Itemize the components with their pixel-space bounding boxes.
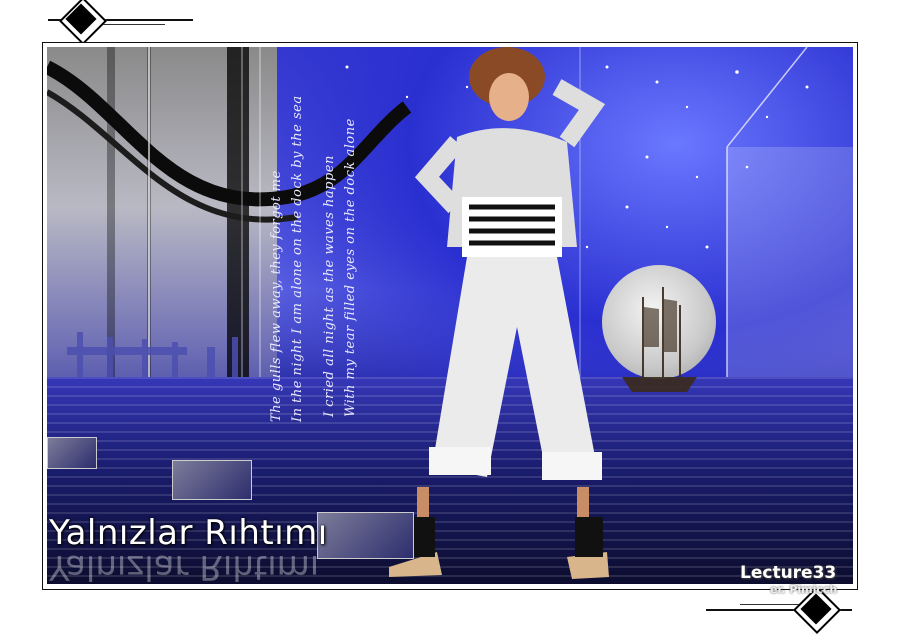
- poem-line-4: With my tear filled eyes on the dock alo…: [343, 118, 358, 417]
- poem-line-3: I cried all night as the waves happen: [322, 155, 337, 417]
- top-left-ornament-thin-line: [95, 24, 165, 25]
- artist-credit: er. Pimicch: [770, 583, 838, 596]
- thumbnail-image: [317, 512, 414, 559]
- poem-line-1: The gulls flew away, they forgot me: [269, 170, 284, 422]
- artwork-canvas: The gulls flew away, they forgot me In t…: [47, 47, 853, 584]
- thumbnail-image: [47, 437, 97, 469]
- poem-line-2: In the night I am alone on the dock by t…: [290, 95, 305, 422]
- thumbnail-image: [172, 460, 252, 500]
- artwork-title-reflection: Yalnızlar Rıhtımı: [49, 547, 320, 584]
- artist-watermark: Lecture33: [740, 563, 837, 583]
- woman-figure: [389, 47, 609, 579]
